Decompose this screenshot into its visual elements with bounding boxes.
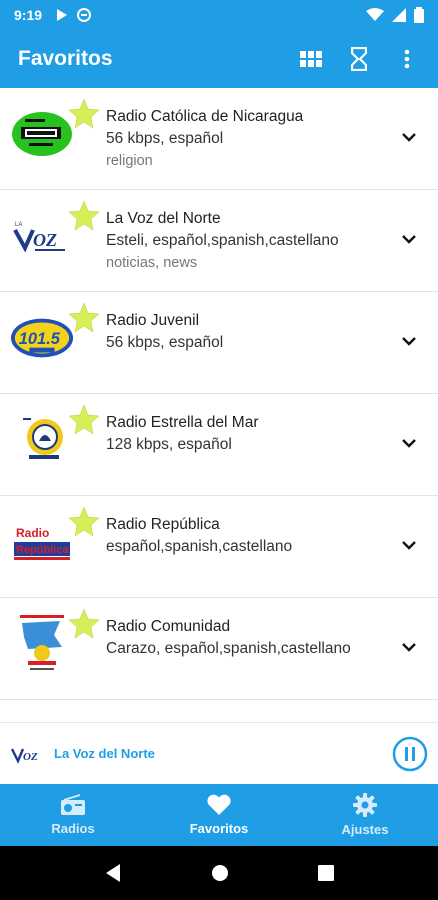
station-info: Radio Comunidad Carazo, español,spanish,… (106, 616, 388, 660)
republica-logo: Radio República (10, 510, 74, 574)
station-name: Radio Estrella del Mar (106, 414, 259, 431)
nav-label: Favoritos (189, 821, 249, 836)
station-detail: español,spanish,castellano (106, 538, 293, 555)
station-row[interactable]: 101.5 Radio Juvenil 56 kbps, español (0, 292, 438, 394)
nav-ajustes[interactable]: Ajustes (292, 784, 438, 846)
station-detail: 56 kbps, español (106, 130, 224, 147)
play-notification-icon (57, 9, 68, 21)
station-tags: religion (106, 153, 153, 169)
comunidad-logo (10, 612, 74, 676)
nav-radios[interactable]: Radios (0, 784, 146, 846)
battery-icon (414, 7, 424, 23)
svg-text:OZ: OZ (33, 230, 57, 250)
pause-button[interactable] (392, 736, 428, 772)
svg-text:101.5: 101.5 (19, 330, 61, 348)
juvenil-logo: 101.5 (10, 306, 74, 370)
station-name: Radio Juvenil (106, 312, 200, 329)
station-row[interactable]: LA OZ La Voz del Norte Esteli, español,s… (0, 190, 438, 292)
station-row[interactable]: Radio Comunidad Carazo, español,spanish,… (0, 598, 438, 700)
favorite-star-icon[interactable] (68, 200, 100, 232)
station-info: Radio República español,spanish,castella… (106, 514, 388, 558)
svg-text:Radio: Radio (16, 526, 49, 540)
radio-icon (61, 794, 85, 815)
chevron-down-icon[interactable] (398, 636, 420, 658)
player-station-logo: OZ (10, 747, 38, 764)
mini-player[interactable]: OZ La Voz del Norte (0, 722, 438, 784)
player-station-name: La Voz del Norte (54, 746, 155, 761)
svg-text:LA: LA (15, 222, 22, 228)
back-icon[interactable] (104, 863, 122, 883)
nav-label: Ajustes (341, 822, 389, 837)
signal-icon (392, 8, 406, 22)
station-row[interactable]: Radio Estrella del Mar 128 kbps, español (0, 394, 438, 496)
station-name: Radio República (106, 516, 220, 533)
grid-view-button[interactable] (298, 46, 324, 72)
favorite-star-icon[interactable] (68, 404, 100, 436)
favorite-star-icon[interactable] (68, 302, 100, 334)
status-right-icons (366, 7, 424, 23)
station-row[interactable]: Radio República Radio República español,… (0, 496, 438, 598)
station-detail: 56 kbps, español (106, 334, 224, 351)
chevron-down-icon[interactable] (398, 228, 420, 250)
catolica-logo (10, 102, 74, 166)
station-detail: 128 kbps, español (106, 436, 232, 453)
station-row[interactable]: Radio Católica de Nicaragua 56 kbps, esp… (0, 88, 438, 190)
nav-label: Radios (51, 821, 95, 836)
nav-favoritos[interactable]: Favoritos (146, 784, 292, 846)
status-time: 9:19 (14, 7, 43, 23)
station-info: Radio Estrella del Mar 128 kbps, español (106, 412, 388, 456)
more-options-button[interactable] (394, 46, 420, 72)
favorite-star-icon[interactable] (68, 608, 100, 640)
chevron-down-icon[interactable] (398, 330, 420, 352)
more-vert-icon (404, 49, 410, 69)
grid-icon (300, 51, 322, 67)
svg-text:OZ: OZ (23, 751, 38, 763)
bottom-navigation: Radios Favoritos Ajustes (0, 784, 438, 846)
heart-icon (207, 794, 231, 815)
station-tags: noticias, news (106, 255, 198, 271)
recents-icon[interactable] (317, 865, 334, 881)
wifi-icon (366, 8, 384, 21)
app-actions (298, 46, 420, 72)
station-name: La Voz del Norte (106, 210, 221, 227)
station-detail: Carazo, español,spanish,castellano (106, 640, 351, 657)
system-navigation-bar (0, 846, 438, 900)
sync-notification-icon (77, 8, 92, 22)
favorite-star-icon[interactable] (68, 506, 100, 538)
hourglass-icon (351, 47, 367, 71)
estrella-logo (10, 408, 74, 472)
status-left-icons (56, 7, 92, 23)
sleep-timer-button[interactable] (346, 46, 372, 72)
home-icon[interactable] (211, 864, 229, 882)
station-info: Radio Juvenil 56 kbps, español (106, 310, 388, 354)
chevron-down-icon[interactable] (398, 126, 420, 148)
favorites-list: Radio Católica de Nicaragua 56 kbps, esp… (0, 88, 438, 700)
station-name: Radio Comunidad (106, 618, 231, 635)
station-detail: Esteli, español,spanish,castellano (106, 232, 339, 249)
chevron-down-icon[interactable] (398, 432, 420, 454)
status-bar: 9:19 (0, 0, 438, 30)
app-bar: Favoritos (0, 30, 438, 88)
favorite-star-icon[interactable] (68, 98, 100, 130)
gear-icon (353, 793, 377, 817)
station-info: Radio Católica de Nicaragua 56 kbps, esp… (106, 106, 388, 172)
station-name: Radio Católica de Nicaragua (106, 108, 304, 125)
svg-text:República: República (16, 544, 69, 556)
station-info: La Voz del Norte Esteli, español,spanish… (106, 208, 388, 274)
page-title: Favoritos (18, 47, 113, 70)
chevron-down-icon[interactable] (398, 534, 420, 556)
lavoz-logo: LA OZ (10, 204, 74, 268)
